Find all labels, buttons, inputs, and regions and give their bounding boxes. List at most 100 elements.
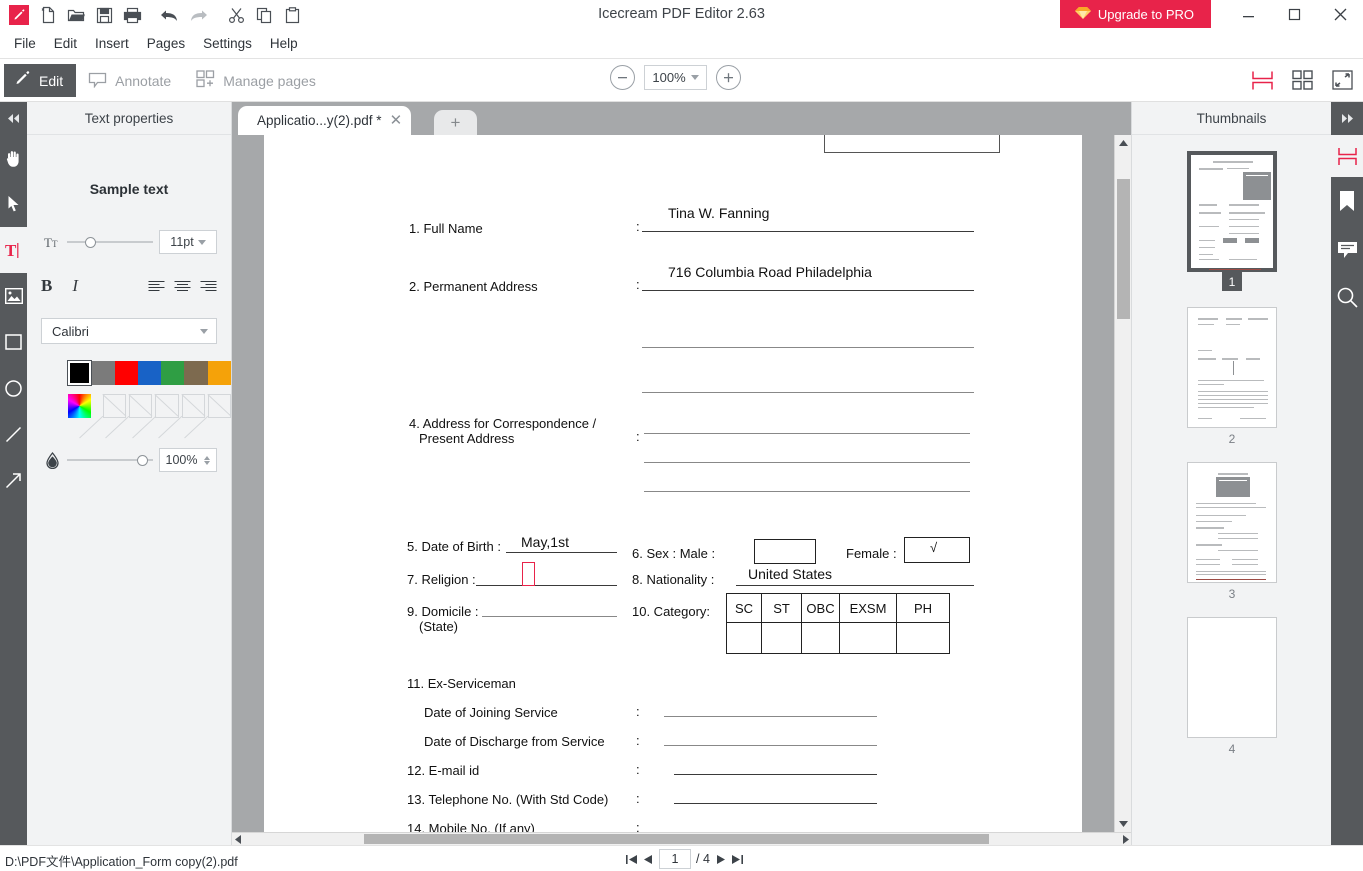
ellipse-tool[interactable]	[0, 365, 27, 411]
manage-pages-mode-button[interactable]: Manage pages	[186, 64, 329, 97]
cat-value-ph[interactable]	[897, 623, 950, 654]
collapse-left-panel-button[interactable]	[0, 102, 27, 135]
horizontal-scrollbar[interactable]	[232, 832, 1131, 845]
field-value-full-name[interactable]: Tina W. Fanning	[668, 205, 769, 221]
thumbnail-item-4[interactable]: 4	[1132, 617, 1332, 756]
redo-icon[interactable]	[184, 2, 212, 28]
print-icon[interactable]	[118, 2, 146, 28]
thumbnail-item-2[interactable]: 2	[1132, 307, 1332, 446]
select-tool[interactable]	[0, 181, 27, 227]
color-swatch-red[interactable]	[115, 361, 138, 385]
stepper-arrows[interactable]	[204, 456, 210, 465]
vertical-scroll-thumb[interactable]	[1117, 179, 1130, 319]
new-tab-button[interactable]: +	[434, 110, 477, 135]
field-value-date-of-birth[interactable]: May,1st	[521, 534, 569, 550]
field-line-correspondence-2[interactable]	[644, 462, 970, 463]
save-icon[interactable]	[90, 2, 118, 28]
field-value-permanent-address[interactable]: 716 Columbia Road Philadelphia	[668, 264, 872, 280]
upgrade-to-pro-button[interactable]: Upgrade to PRO	[1060, 0, 1211, 28]
font-size-select[interactable]: 11pt	[159, 230, 217, 254]
open-folder-icon[interactable]	[62, 2, 90, 28]
edit-mode-button[interactable]: Edit	[4, 64, 76, 97]
font-family-select[interactable]: Calibri	[41, 318, 217, 344]
undo-icon[interactable]	[156, 2, 184, 28]
comment-icon[interactable]	[1331, 225, 1363, 273]
thumbnail-page-2[interactable]	[1187, 307, 1277, 428]
line-tool[interactable]	[0, 411, 27, 457]
color-swatch-green[interactable]	[161, 361, 184, 385]
field-value-nationality[interactable]: United States	[748, 566, 832, 582]
thumbnail-page-1[interactable]	[1187, 151, 1277, 272]
grid-view-icon[interactable]	[1289, 67, 1315, 93]
color-swatch-orange[interactable]	[208, 361, 231, 385]
field-line-correspondence-1[interactable]	[644, 433, 970, 434]
split-view-icon[interactable]	[1331, 135, 1363, 177]
font-size-slider[interactable]	[67, 233, 153, 251]
cut-icon[interactable]	[222, 2, 250, 28]
rectangle-tool[interactable]	[0, 319, 27, 365]
thumbnail-page-3[interactable]	[1187, 462, 1277, 583]
scroll-down-arrow[interactable]	[1115, 815, 1132, 832]
annotate-mode-button[interactable]: Annotate	[78, 64, 184, 97]
opacity-slider-knob[interactable]	[137, 455, 148, 466]
scroll-right-arrow[interactable]	[1119, 833, 1131, 845]
italic-button[interactable]: I	[72, 276, 78, 296]
custom-color-slot-4[interactable]	[182, 394, 205, 418]
color-swatch-black[interactable]	[68, 361, 91, 385]
maximize-button[interactable]	[1271, 0, 1317, 29]
last-page-button[interactable]	[731, 853, 744, 866]
cat-value-st[interactable]	[762, 623, 802, 654]
cat-value-sc[interactable]	[727, 623, 762, 654]
color-swatch-brown[interactable]	[184, 361, 207, 385]
zoom-out-button[interactable]	[610, 65, 635, 90]
menu-pages[interactable]: Pages	[138, 33, 194, 54]
zoom-in-button[interactable]	[716, 65, 741, 90]
thumbnail-page-4[interactable]	[1187, 617, 1277, 738]
document-tab[interactable]: Applicatio...y(2).pdf * ✕	[238, 106, 411, 135]
custom-color-slot-2[interactable]	[129, 394, 152, 418]
arrow-tool[interactable]	[0, 457, 27, 503]
align-center-button[interactable]	[174, 280, 191, 293]
custom-color-slot-3[interactable]	[155, 394, 178, 418]
edit-pencil-icon[interactable]	[4, 2, 34, 28]
collapse-right-panel-button[interactable]	[1331, 102, 1363, 135]
color-swatch-blue[interactable]	[138, 361, 161, 385]
cat-value-exsm[interactable]	[840, 623, 897, 654]
checkbox-male[interactable]	[754, 539, 816, 564]
close-icon[interactable]: ✕	[390, 113, 403, 128]
opacity-slider[interactable]	[67, 451, 153, 469]
scroll-left-arrow[interactable]	[232, 833, 244, 845]
search-icon[interactable]	[1331, 273, 1363, 321]
vertical-scrollbar[interactable]	[1114, 135, 1131, 832]
color-picker-button[interactable]	[68, 394, 91, 418]
horizontal-scroll-thumb[interactable]	[364, 834, 989, 844]
image-tool[interactable]	[0, 273, 27, 319]
custom-color-slot-1[interactable]	[103, 394, 126, 418]
field-line-date-discharge[interactable]	[664, 745, 877, 746]
pdf-canvas[interactable]: designation / seal of office. 1. Full Na…	[232, 135, 1131, 832]
thumbnail-item-3[interactable]: 3	[1132, 462, 1332, 601]
previous-page-button[interactable]	[643, 853, 654, 866]
font-size-slider-knob[interactable]	[85, 237, 96, 248]
bold-button[interactable]: B	[41, 276, 52, 296]
copy-icon[interactable]	[250, 2, 278, 28]
opacity-stepper[interactable]: 100%	[159, 448, 217, 472]
close-button[interactable]	[1317, 0, 1363, 29]
field-line-telephone[interactable]	[674, 803, 877, 804]
thumbnails-list[interactable]: 1	[1132, 135, 1332, 845]
menu-file[interactable]: File	[5, 33, 45, 54]
single-page-view-icon[interactable]	[1249, 67, 1275, 93]
field-line-domicile[interactable]	[482, 616, 617, 617]
paste-icon[interactable]	[278, 2, 306, 28]
align-right-button[interactable]	[200, 280, 217, 293]
thumbnail-item-1[interactable]: 1	[1132, 151, 1332, 291]
new-file-icon[interactable]	[34, 2, 62, 28]
menu-insert[interactable]: Insert	[86, 33, 138, 54]
active-text-edit-caret[interactable]	[522, 562, 535, 586]
cat-value-obc[interactable]	[802, 623, 840, 654]
minimize-button[interactable]	[1225, 0, 1271, 29]
next-page-button[interactable]	[715, 853, 726, 866]
pdf-page-1[interactable]: designation / seal of office. 1. Full Na…	[264, 135, 1082, 832]
color-swatch-gray[interactable]	[91, 361, 114, 385]
custom-color-slot-5[interactable]	[208, 394, 231, 418]
